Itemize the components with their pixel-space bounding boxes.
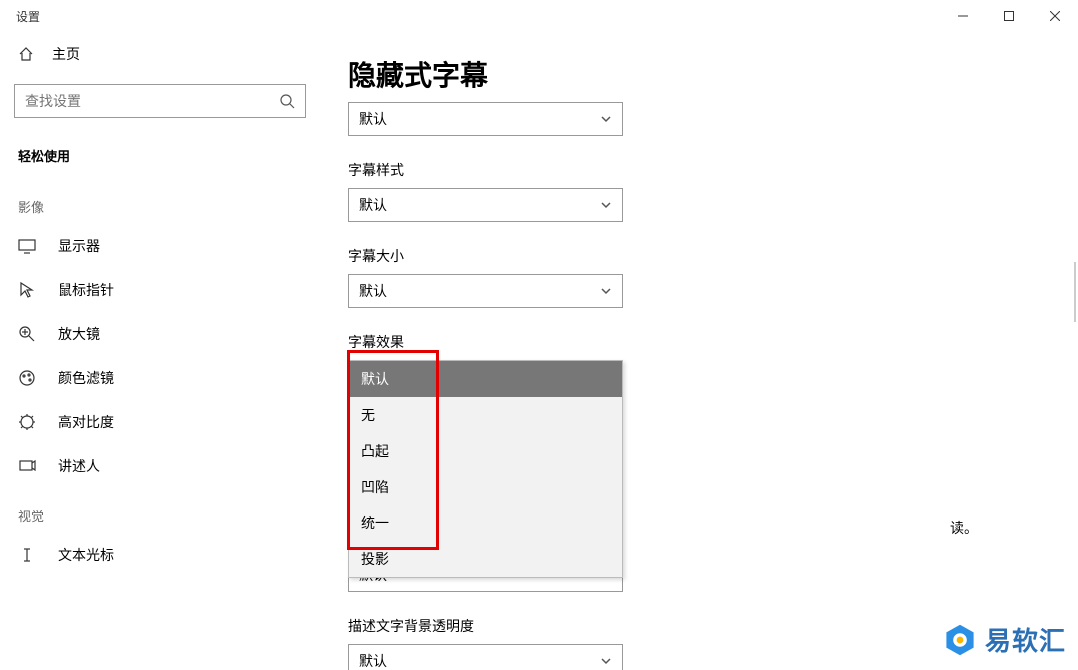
sidebar-item-narrator[interactable]: 讲述人 — [0, 444, 320, 488]
sidebar-item-display[interactable]: 显示器 — [0, 224, 320, 268]
home-label: 主页 — [52, 44, 80, 64]
search-input-container[interactable] — [14, 84, 306, 118]
dropdown-value: 默认 — [359, 281, 387, 301]
narrator-icon — [18, 457, 36, 475]
sidebar-group-title: 轻松使用 — [0, 136, 320, 179]
sidebar-item-label: 颜色滤镜 — [58, 368, 114, 388]
dropdown-caption-size[interactable]: 默认 — [348, 274, 623, 308]
sidebar-item-magnifier[interactable]: 放大镜 — [0, 312, 320, 356]
label-caption-style: 字幕样式 — [348, 160, 1078, 180]
window-controls — [940, 0, 1078, 32]
sidebar-item-mouse[interactable]: 鼠标指针 — [0, 268, 320, 312]
search-input[interactable] — [25, 93, 279, 109]
chevron-down-icon — [600, 285, 612, 297]
sidebar-item-colorfilter[interactable]: 颜色滤镜 — [0, 356, 320, 400]
sidebar-item-label: 放大镜 — [58, 324, 100, 344]
magnifier-icon — [18, 325, 36, 343]
dropdown-option-default[interactable]: 默认 — [349, 361, 622, 397]
sidebar-item-label: 高对比度 — [58, 412, 114, 432]
chevron-down-icon — [600, 199, 612, 211]
monitor-icon — [18, 237, 36, 255]
palette-icon — [18, 369, 36, 387]
page-title: 隐藏式字幕 — [348, 54, 1078, 94]
dropdown-caption-style[interactable]: 默认 — [348, 188, 623, 222]
sidebar-item-label: 文本光标 — [58, 545, 114, 565]
dropdown-caption-color[interactable]: 默认 — [348, 102, 623, 136]
dropdown-option-depressed[interactable]: 凹陷 — [349, 469, 622, 505]
label-caption-size: 字幕大小 — [348, 246, 1078, 266]
sidebar-item-label: 鼠标指针 — [58, 280, 114, 300]
cursor-icon — [18, 281, 36, 299]
sidebar-item-label: 讲述人 — [58, 456, 100, 476]
title-bar: 设置 — [0, 0, 1078, 32]
chevron-down-icon — [600, 655, 612, 667]
window-title: 设置 — [16, 8, 40, 25]
home-link[interactable]: 主页 — [0, 32, 320, 76]
dropdown-value: 默认 — [359, 195, 387, 215]
close-button[interactable] — [1032, 0, 1078, 32]
sidebar-section-vision: 影像 — [0, 179, 320, 224]
label-caption-effect: 字幕效果 — [348, 332, 1078, 352]
text-cursor-icon — [18, 546, 36, 564]
maximize-button[interactable] — [986, 0, 1032, 32]
obscured-text-fragment: 读。 — [950, 518, 978, 538]
watermark-icon — [943, 623, 977, 657]
home-icon — [18, 46, 34, 62]
scrollbar[interactable] — [1074, 262, 1076, 322]
dropdown-value: 默认 — [359, 109, 387, 129]
sidebar: 主页 轻松使用 影像 显示器 鼠标指针 放大镜 颜色滤镜 高对比度 — [0, 32, 320, 670]
sidebar-item-textcursor[interactable]: 文本光标 — [0, 533, 320, 577]
watermark-text: 易软汇 — [985, 621, 1066, 658]
dropdown-option-dropshadow[interactable]: 投影 — [349, 541, 622, 577]
sidebar-item-contrast[interactable]: 高对比度 — [0, 400, 320, 444]
dropdown-option-raised[interactable]: 凸起 — [349, 433, 622, 469]
watermark: 易软汇 — [943, 621, 1066, 658]
dropdown-option-uniform[interactable]: 统一 — [349, 505, 622, 541]
dropdown-list: 默认 无 凸起 凹陷 统一 投影 — [348, 360, 623, 578]
dropdown-option-none[interactable]: 无 — [349, 397, 622, 433]
sidebar-section-visual: 视觉 — [0, 488, 320, 533]
dropdown-bg-opacity[interactable]: 默认 — [348, 644, 623, 670]
minimize-button[interactable] — [940, 0, 986, 32]
search-icon — [279, 93, 295, 109]
content-area: 隐藏式字幕 默认 字幕样式 默认 字幕大小 默认 字幕效果 默认 无 凸起 凹陷… — [320, 32, 1078, 670]
contrast-icon — [18, 413, 36, 431]
chevron-down-icon — [600, 113, 612, 125]
dropdown-value: 默认 — [359, 651, 387, 670]
sidebar-item-label: 显示器 — [58, 236, 100, 256]
